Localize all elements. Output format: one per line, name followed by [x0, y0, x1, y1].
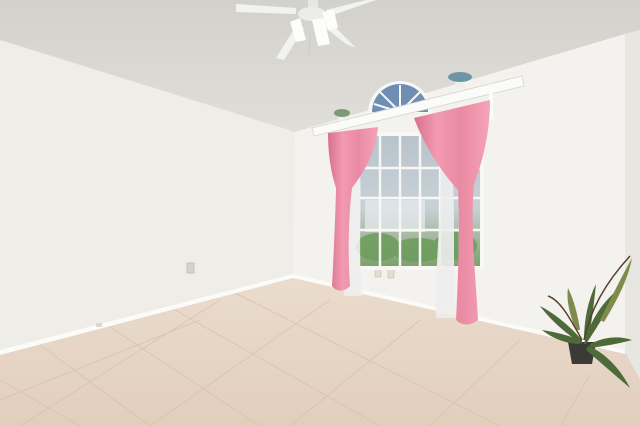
room-scene	[0, 0, 640, 426]
floor-vent	[96, 323, 102, 327]
right-wall	[625, 30, 640, 380]
window-building	[365, 200, 425, 232]
outlet-icon	[387, 268, 395, 279]
outlet-icon	[186, 262, 195, 274]
